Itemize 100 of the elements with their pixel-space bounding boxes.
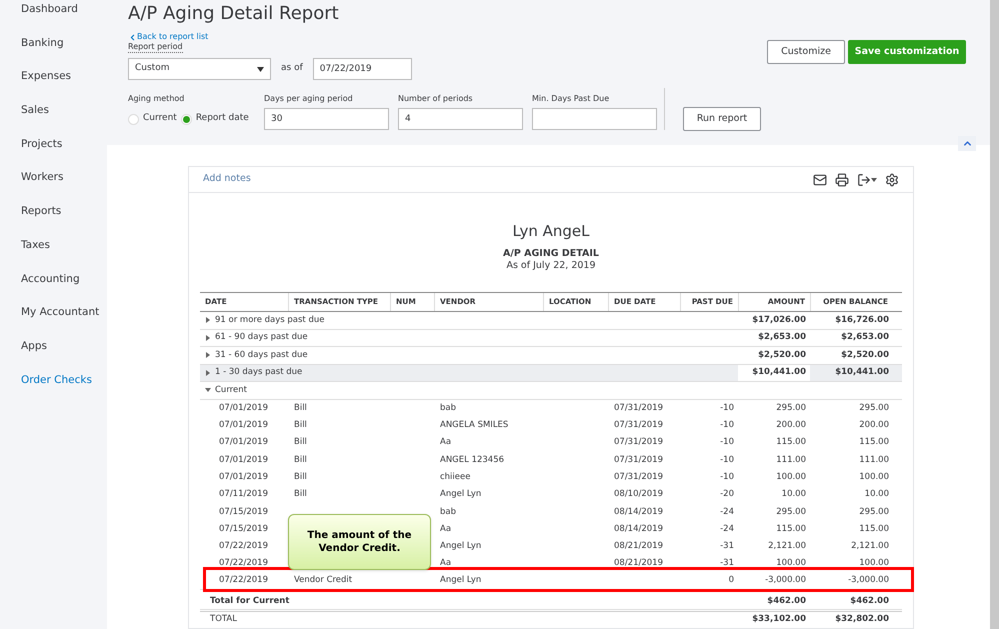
caret-right-icon[interactable] <box>205 317 211 324</box>
table-cell: $10,441.00 <box>738 364 810 381</box>
table-cell-text: 100.00 <box>775 470 807 484</box>
table-cell-text: 07/15/2019 <box>218 522 269 536</box>
sidebar-item[interactable]: Sales <box>21 102 107 118</box>
mail-icon[interactable] <box>813 172 827 186</box>
sidebar-item[interactable]: Dashboard <box>21 1 107 17</box>
period-dropdown[interactable]: Custom <box>128 58 271 80</box>
table-cell-text: 115.00 <box>858 522 890 536</box>
table-cell-text: -10 <box>719 402 735 415</box>
table-cell-text: -10 <box>719 436 735 450</box>
sidebar-item[interactable]: My Accountant <box>21 304 107 320</box>
caret-down-icon <box>257 66 264 72</box>
table-cell-text: -3,000.00 <box>764 574 807 587</box>
field-label: Min. Days Past Due <box>532 93 610 105</box>
table-cell-text: 07/22/2019 <box>218 540 269 553</box>
table-cell-text: 07/01/2019 <box>218 419 269 432</box>
radio-button[interactable] <box>180 114 192 124</box>
input-field[interactable]: 30 <box>264 108 389 130</box>
group-label: Current <box>215 384 247 397</box>
company-name: Lyn AngeL <box>511 222 590 240</box>
table-cell-text: 200.00 <box>858 419 890 432</box>
run-report-button[interactable]: Run report <box>683 107 761 131</box>
table-cell-text: Total for Current <box>209 594 290 608</box>
table-cell-text: 295.00 <box>858 402 890 415</box>
radio-label: Current <box>143 112 177 126</box>
table-cell-text: $10,441.00 <box>834 366 890 380</box>
sidebar-link[interactable]: Order Checks <box>21 372 107 388</box>
field-label: Days per aging period <box>264 93 354 105</box>
table-cell-text: -24 <box>719 522 735 536</box>
table-cell-text: Bill <box>293 420 307 430</box>
sidebar-item[interactable]: Banking <box>21 34 107 51</box>
input-field[interactable]: 4 <box>398 108 523 130</box>
table-cell-text: Bill <box>293 437 307 448</box>
table-cell-text: Bill <box>293 489 307 500</box>
export-icon[interactable] <box>857 172 877 186</box>
table-cell-text: Vendor Credit <box>293 575 352 586</box>
table-cell-text: 295.00 <box>775 506 807 518</box>
table-cell-text: ANGEL 123456 <box>439 454 506 466</box>
table-cell-text: TOTAL <box>209 613 238 626</box>
table-cell-text: $17,026.00 <box>751 314 807 327</box>
sidebar-item[interactable]: Reports <box>21 203 107 220</box>
table-cell-text: -31 <box>719 540 735 553</box>
customize-button[interactable]: Customize <box>767 40 845 64</box>
field-label: as of <box>281 62 303 76</box>
settings-icon[interactable] <box>885 172 899 186</box>
table-cell-text: 295.00 <box>858 506 890 518</box>
table-cell-text: -3,000.00 <box>847 574 890 587</box>
table-cell-text: -20 <box>719 488 735 501</box>
table-cell-text: 2,121.00 <box>767 540 807 553</box>
table-cell-text: 07/11/2019 <box>218 488 269 501</box>
callout: The amount of the Vendor Credit. <box>288 514 431 570</box>
date-field[interactable]: 07/22/2019 <box>312 58 412 80</box>
sidebar-item[interactable]: Apps <box>21 338 107 354</box>
report-subtitle: As of July 22, 2019 <box>505 260 597 272</box>
print-icon[interactable] <box>835 172 849 186</box>
caret-right-icon[interactable] <box>205 352 211 358</box>
sidebar-item[interactable]: Taxes <box>21 236 107 253</box>
table-cell-text: 100.00 <box>775 557 807 570</box>
report-title: A/P AGING DETAIL <box>502 248 600 260</box>
sidebar-item[interactable]: Accounting <box>21 270 107 286</box>
table-cell-text: $32,802.00 <box>834 613 890 626</box>
table-cell-text: $2,520.00 <box>757 348 807 362</box>
radio-label: Report date <box>196 112 249 126</box>
table-cell-text: Aa <box>439 557 452 570</box>
back-link[interactable]: Back to report list <box>128 32 412 42</box>
collapse-button[interactable] <box>958 136 976 151</box>
field-label: Report period <box>128 42 183 53</box>
table-cell-text: $462.00 <box>766 594 807 608</box>
table-cell-text: bab <box>439 506 457 518</box>
table-cell-text: 08/21/2019 <box>613 558 663 568</box>
sidebar-item[interactable]: Projects <box>21 136 107 152</box>
group-row[interactable]: 61 - 90 days past due $2,653.00 $2,653.00 <box>200 330 902 347</box>
table-cell-text: 08/14/2019 <box>613 524 663 534</box>
table-cell-text: 100.00 <box>858 557 890 570</box>
table-cell-text: Bill <box>293 402 307 413</box>
table-cell-text: Bill <box>293 472 307 482</box>
table-cell-text: 07/31/2019 <box>613 437 663 448</box>
table-cell-text: 08/21/2019 <box>613 541 663 552</box>
group-row[interactable]: 1 - 30 days past due $10,441.00 $10,441.00 <box>200 364 902 382</box>
input-field[interactable] <box>532 108 657 130</box>
add-notes-link[interactable]: Add notes <box>203 172 251 187</box>
table-cell-text: $462.00 <box>849 594 890 608</box>
table-cell-text: 10.00 <box>780 488 807 501</box>
group-label: 61 - 90 days past due <box>215 331 308 344</box>
radio-button[interactable] <box>128 114 139 124</box>
table-cell-text: $2,520.00 <box>840 348 890 362</box>
table-cell-text: -31 <box>719 557 735 570</box>
page-title: A/P Aging Detail Report <box>128 3 340 25</box>
caret-right-icon[interactable] <box>205 370 211 376</box>
group-row[interactable]: Current <box>200 382 902 400</box>
group-row[interactable]: 91 or more days past due $17,026.00 $16,726.00 <box>200 312 902 330</box>
caret-right-icon[interactable] <box>205 334 211 341</box>
sidebar-item[interactable]: Workers <box>21 169 107 186</box>
table-cell-text: 295.00 <box>775 402 807 415</box>
table-cell-text: Angel Lyn <box>439 574 482 587</box>
table-cell-text: 07/31/2019 <box>613 420 663 430</box>
scrollbar[interactable] <box>990 0 999 629</box>
caret-down-icon[interactable] <box>205 387 211 394</box>
sidebar-item[interactable]: Expenses <box>21 68 107 84</box>
